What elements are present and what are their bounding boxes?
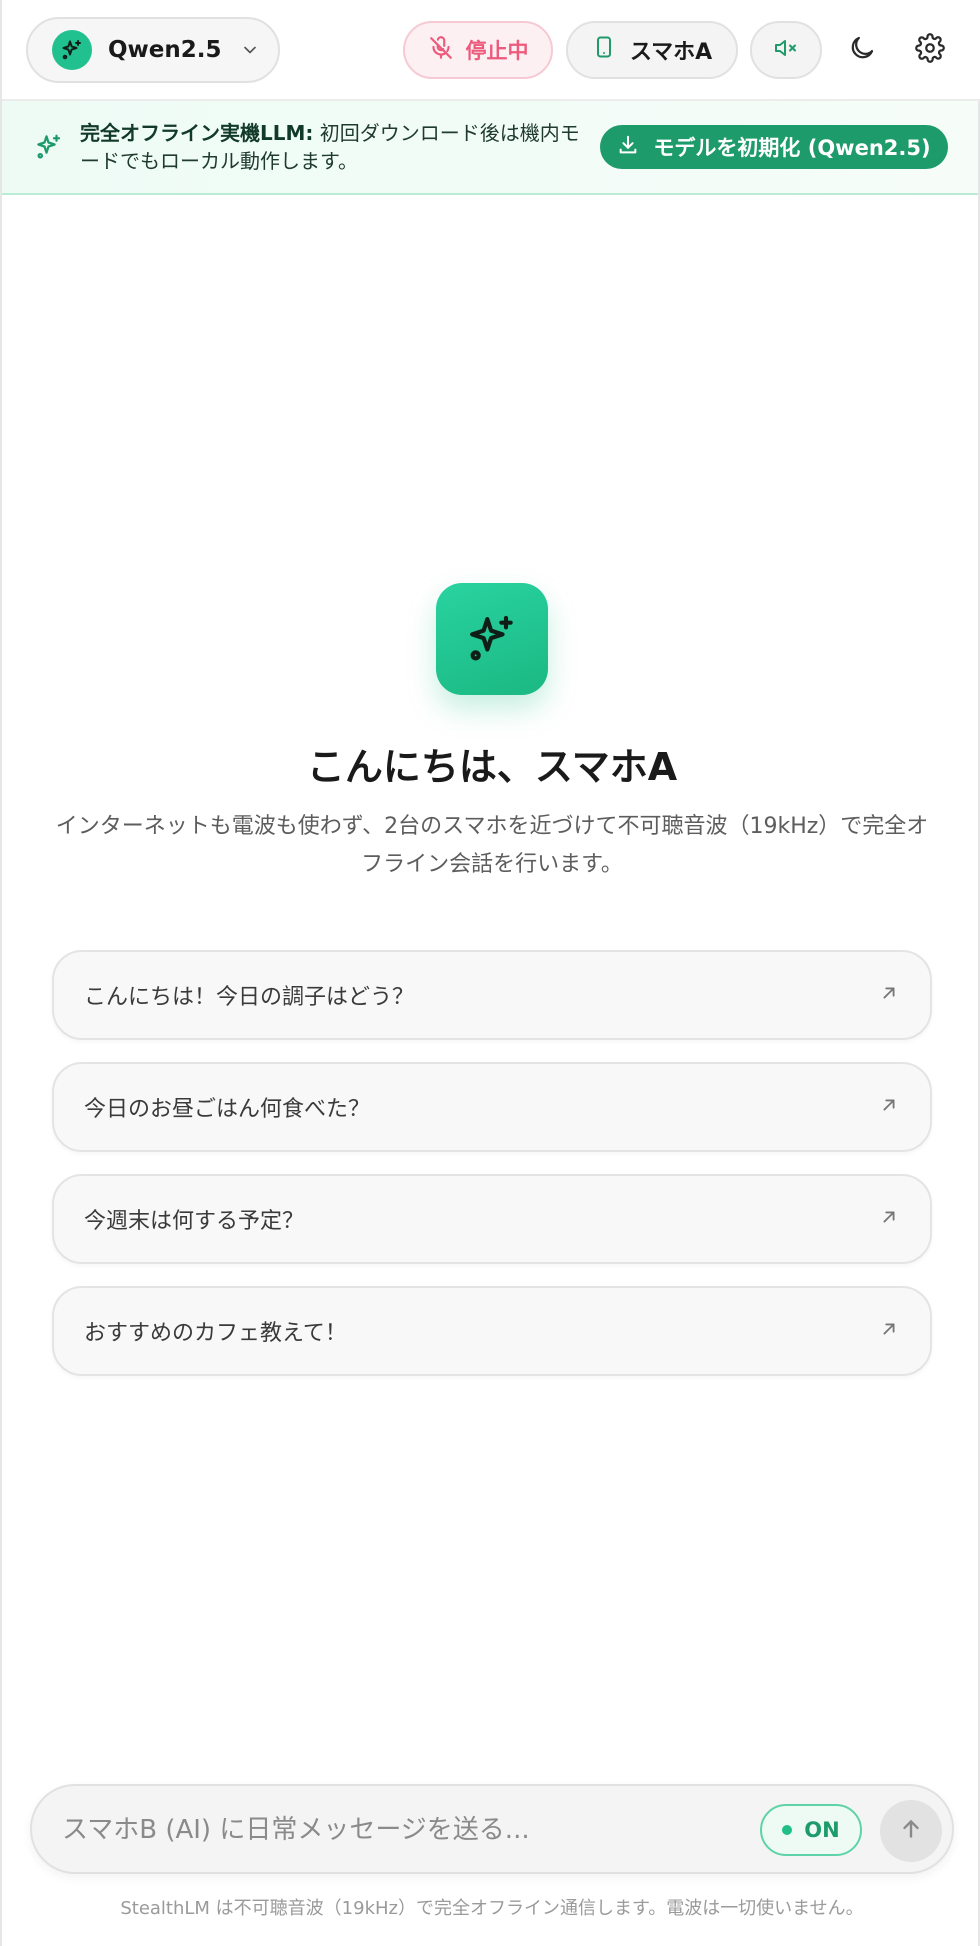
volume-toggle-button[interactable]: [750, 21, 822, 79]
arrow-up-icon: [898, 1816, 924, 1846]
device-selector[interactable]: スマホA: [566, 21, 738, 79]
volume-mute-icon: [772, 36, 800, 64]
suggestion-text: おすすめのカフェ教えて！: [84, 1321, 347, 1346]
suggestion-item[interactable]: 今日のお昼ごはん何食べた？: [52, 1062, 932, 1152]
sparkles-icon: [52, 30, 92, 70]
top-bar: Qwen2.5 停止中 スマホA: [2, 0, 980, 101]
suggestion-item[interactable]: こんにちは！今日の調子はどう？: [52, 950, 932, 1040]
mic-status-label: 停止中: [465, 39, 529, 63]
banner-title: 完全オフライン実機LLM:: [80, 121, 314, 145]
message-input[interactable]: [62, 1808, 722, 1852]
suggestion-text: こんにちは！今日の調子はどう？: [84, 985, 415, 1010]
arrow-up-right-icon: [878, 1206, 900, 1232]
device-label: スマホA: [629, 40, 713, 65]
mic-off-icon: [428, 35, 454, 66]
initialize-model-button[interactable]: モデルを初期化 (Qwen2.5): [600, 125, 948, 169]
message-composer: ON: [30, 1784, 954, 1874]
listening-toggle-label: ON: [804, 1818, 840, 1842]
theme-toggle-button[interactable]: [840, 28, 884, 72]
send-button[interactable]: [880, 1800, 942, 1862]
arrow-up-right-icon: [878, 1318, 900, 1344]
model-selector[interactable]: Qwen2.5: [26, 17, 280, 83]
initialize-model-label: モデルを初期化 (Qwen2.5): [653, 136, 931, 160]
sparkles-icon: [34, 131, 64, 167]
mic-status-button[interactable]: 停止中: [403, 21, 553, 79]
suggestion-text: 今週末は何する予定？: [84, 1209, 305, 1234]
smartphone-icon: [592, 34, 616, 66]
suggestion-item[interactable]: おすすめのカフェ教えて！: [52, 1286, 932, 1376]
suggestion-list: こんにちは！今日の調子はどう？ 今日のお昼ごはん何食べた？ 今週末は何する予定？…: [52, 950, 932, 1398]
settings-button[interactable]: [908, 28, 952, 72]
arrow-up-right-icon: [878, 1094, 900, 1120]
greeting-subtitle: インターネットも電波も使わず、2台のスマホを近づけて不可聴音波（19kHz）で完…: [55, 814, 929, 877]
arrow-up-right-icon: [878, 982, 900, 1008]
sparkles-icon: [436, 583, 548, 695]
download-icon: [617, 134, 639, 161]
gear-icon: [915, 33, 945, 67]
chevron-down-icon: [240, 40, 260, 60]
footer-note: StealthLM は不可聴音波（19kHz）で完全オフライン通信します。電波は…: [120, 1898, 864, 1919]
status-dot-icon: [782, 1825, 793, 1835]
suggestion-text: 今日のお昼ごはん何食べた？: [84, 1097, 371, 1122]
app-root: Qwen2.5 停止中 スマホA 完全オフライン実機LLM: 初回ダウンロード後…: [0, 0, 980, 1946]
suggestion-item[interactable]: 今週末は何する予定？: [52, 1174, 932, 1264]
greeting-title: こんにちは、スマホA: [306, 745, 678, 789]
model-name: Qwen2.5: [108, 37, 222, 63]
moon-icon: [847, 33, 877, 67]
banner-text: 完全オフライン実機LLM: 初回ダウンロード後は機内モードでもローカル動作します…: [80, 119, 590, 175]
listening-toggle[interactable]: ON: [760, 1804, 862, 1856]
